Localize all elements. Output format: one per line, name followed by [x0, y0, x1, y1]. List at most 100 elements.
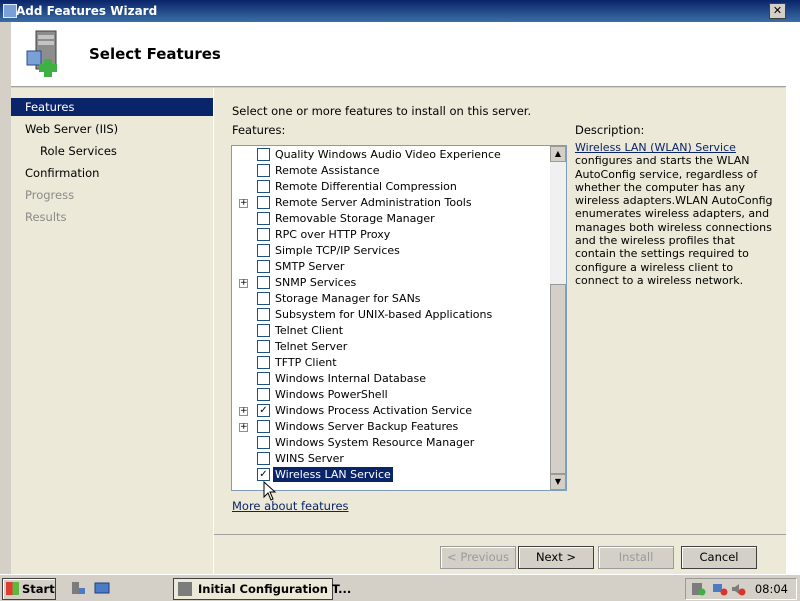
- feature-checkbox[interactable]: [257, 180, 270, 193]
- network-disconnected-icon[interactable]: [712, 582, 728, 596]
- nav-item-label: Web Server (IIS): [25, 122, 119, 136]
- close-button[interactable]: ✕: [769, 3, 786, 19]
- feature-row[interactable]: TFTP Client: [232, 355, 550, 371]
- feature-checkbox[interactable]: [257, 388, 270, 401]
- taskbar-item-label: Initial Configuration T...: [198, 582, 352, 596]
- feature-checkbox[interactable]: [257, 148, 270, 161]
- feature-checkbox[interactable]: [257, 356, 270, 369]
- more-about-features-link[interactable]: More about features: [232, 499, 349, 513]
- feature-checkbox[interactable]: [257, 436, 270, 449]
- server-add-icon: [26, 30, 57, 77]
- description-body: configures and starts the WLAN AutoConfi…: [575, 154, 773, 287]
- scroll-thumb[interactable]: [550, 284, 566, 474]
- feature-label: Storage Manager for SANs: [275, 292, 421, 305]
- wizard-header: Select Features: [11, 22, 786, 87]
- nav-item-web-server[interactable]: Web Server (IIS): [11, 120, 213, 138]
- feature-checkbox[interactable]: [257, 452, 270, 465]
- wizard-nav: Features Web Server (IIS) Role Services …: [11, 88, 214, 574]
- feature-checkbox[interactable]: [257, 244, 270, 257]
- nav-item-label: Role Services: [40, 144, 117, 158]
- feature-row[interactable]: Windows PowerShell: [232, 387, 550, 403]
- feature-checkbox[interactable]: [257, 420, 270, 433]
- system-tray: 08:04: [685, 578, 797, 600]
- feature-checkbox[interactable]: [257, 260, 270, 273]
- start-label: Start: [22, 582, 55, 596]
- expand-icon[interactable]: +: [239, 407, 248, 416]
- feature-row[interactable]: ✓ Wireless LAN Service: [232, 467, 550, 483]
- expand-icon[interactable]: +: [239, 199, 248, 208]
- feature-row[interactable]: + SNMP Services: [232, 275, 550, 291]
- initial-config-icon: [178, 582, 192, 596]
- features-label: Features:: [232, 123, 286, 137]
- feature-row[interactable]: WINS Server: [232, 451, 550, 467]
- feature-label: Windows Process Activation Service: [275, 404, 473, 417]
- feature-row[interactable]: Windows Internal Database: [232, 371, 550, 387]
- feature-checkbox[interactable]: [257, 340, 270, 353]
- features-list[interactable]: Quality Windows Audio Video Experience Re…: [231, 145, 567, 491]
- feature-checkbox[interactable]: ✓: [257, 404, 270, 417]
- server-manager-icon[interactable]: [70, 580, 86, 596]
- windows-logo-icon: [6, 582, 19, 595]
- install-button[interactable]: Install: [598, 546, 674, 569]
- nav-item-label: Results: [25, 210, 67, 224]
- feature-row[interactable]: Telnet Server: [232, 339, 550, 355]
- button-separator: [214, 534, 786, 535]
- feature-checkbox[interactable]: [257, 228, 270, 241]
- mouse-cursor-icon: [263, 481, 277, 501]
- previous-button[interactable]: < Previous: [440, 546, 516, 569]
- feature-label: Windows Server Backup Features: [275, 420, 459, 433]
- feature-row[interactable]: SMTP Server: [232, 259, 550, 275]
- feature-checkbox[interactable]: [257, 196, 270, 209]
- show-desktop-icon[interactable]: [94, 580, 110, 596]
- feature-label: Remote Server Administration Tools: [275, 196, 472, 209]
- title-bar: Add Features Wizard ✕: [0, 0, 800, 22]
- scroll-down-icon[interactable]: ▼: [550, 474, 566, 490]
- feature-row[interactable]: Simple TCP/IP Services: [232, 243, 550, 259]
- feature-checkbox[interactable]: [257, 324, 270, 337]
- security-shield-icon[interactable]: [690, 582, 706, 596]
- feature-label: TFTP Client: [275, 356, 337, 369]
- expand-icon[interactable]: +: [239, 423, 248, 432]
- feature-row[interactable]: Storage Manager for SANs: [232, 291, 550, 307]
- feature-row[interactable]: Remote Differential Compression: [232, 179, 550, 195]
- volume-muted-icon[interactable]: [730, 582, 746, 596]
- feature-checkbox[interactable]: [257, 164, 270, 177]
- feature-row[interactable]: + ✓ Windows Process Activation Service: [232, 403, 550, 419]
- feature-checkbox[interactable]: [257, 372, 270, 385]
- start-button[interactable]: Start: [2, 578, 56, 600]
- nav-item-progress: Progress: [11, 186, 213, 204]
- feature-checkbox[interactable]: [257, 212, 270, 225]
- feature-row[interactable]: + Remote Server Administration Tools: [232, 195, 550, 211]
- feature-checkbox[interactable]: [257, 308, 270, 321]
- clock: 08:04: [754, 582, 788, 596]
- feature-label: Windows PowerShell: [275, 388, 388, 401]
- feature-checkbox[interactable]: [257, 292, 270, 305]
- wizard-app-icon: [3, 4, 17, 18]
- instruction-text: Select one or more features to install o…: [232, 104, 532, 118]
- feature-row[interactable]: + Windows Server Backup Features: [232, 419, 550, 435]
- feature-row[interactable]: Removable Storage Manager: [232, 211, 550, 227]
- description-feature-link[interactable]: Wireless LAN (WLAN) Service: [575, 141, 736, 154]
- feature-row[interactable]: Remote Assistance: [232, 163, 550, 179]
- feature-row[interactable]: Telnet Client: [232, 323, 550, 339]
- feature-rows: Quality Windows Audio Video Experience Re…: [232, 146, 550, 490]
- desktop-edge: [785, 22, 800, 574]
- scroll-up-icon[interactable]: ▲: [550, 146, 566, 162]
- nav-item-confirmation[interactable]: Confirmation: [11, 164, 213, 182]
- taskbar-item-initial-configuration[interactable]: Initial Configuration T...: [173, 578, 351, 600]
- nav-item-features[interactable]: Features: [11, 98, 213, 116]
- feature-label: Telnet Client: [275, 324, 344, 337]
- cancel-button[interactable]: Cancel: [681, 546, 757, 569]
- features-scrollbar[interactable]: ▲ ▼: [550, 146, 566, 490]
- next-button[interactable]: Next >: [518, 546, 594, 569]
- feature-checkbox[interactable]: [257, 276, 270, 289]
- feature-row[interactable]: Windows System Resource Manager: [232, 435, 550, 451]
- feature-label: Removable Storage Manager: [275, 212, 435, 225]
- nav-item-role-services[interactable]: Role Services: [11, 142, 213, 160]
- feature-row[interactable]: Subsystem for UNIX-based Applications: [232, 307, 550, 323]
- feature-checkbox[interactable]: ✓: [257, 468, 270, 481]
- expand-icon[interactable]: +: [239, 279, 248, 288]
- window-title: Add Features Wizard: [16, 4, 158, 18]
- feature-row[interactable]: Quality Windows Audio Video Experience: [232, 147, 550, 163]
- feature-row[interactable]: RPC over HTTP Proxy: [232, 227, 550, 243]
